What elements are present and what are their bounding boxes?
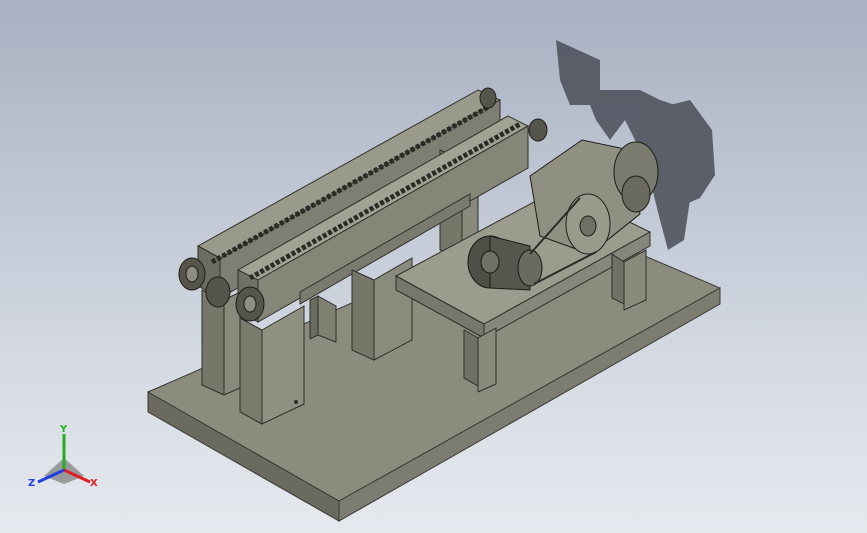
graphics-viewport[interactable]: Y X Z <box>0 0 867 533</box>
z-axis-label: Z <box>28 478 35 489</box>
front-leg-left <box>239 305 305 425</box>
x-axis-label: X <box>90 478 98 489</box>
cad-model-scene[interactable] <box>0 0 867 533</box>
coordinate-triad: Y X Z <box>28 424 98 489</box>
y-axis-label: Y <box>59 424 68 435</box>
left-sprocket-rear <box>178 257 206 291</box>
